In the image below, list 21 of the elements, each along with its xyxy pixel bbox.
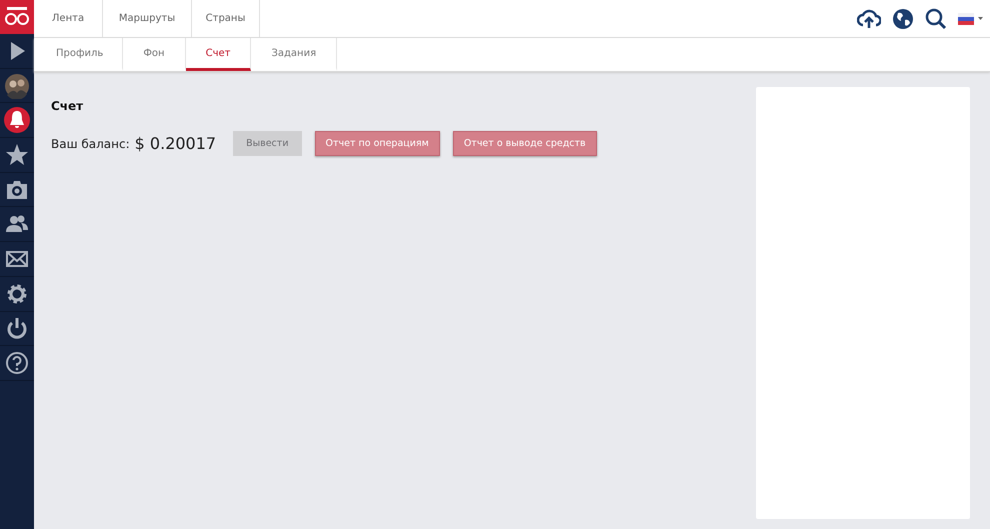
flag-dropdown-icon[interactable] xyxy=(958,12,984,24)
cloud-upload-icon[interactable] xyxy=(857,8,881,28)
nav-tab[interactable]: Маршруты xyxy=(103,0,192,37)
help-icon[interactable] xyxy=(4,350,30,376)
profile-tab[interactable]: Фон xyxy=(123,38,186,71)
action-button[interactable]: Отчет по операциям xyxy=(314,131,440,156)
profile-tab[interactable]: Счет xyxy=(186,38,252,71)
action-button[interactable]: Отчет о выводе средств xyxy=(452,131,597,156)
avatar-icon[interactable] xyxy=(4,72,30,99)
bell-icon[interactable] xyxy=(4,107,30,134)
profile-tab[interactable]: Профиль xyxy=(34,38,124,71)
search-icon[interactable] xyxy=(925,8,947,30)
balance-label: Ваш баланс: xyxy=(51,136,130,150)
star-icon[interactable] xyxy=(4,142,30,168)
logo-icon[interactable] xyxy=(0,0,34,34)
nav-tab[interactable]: Лента xyxy=(34,0,103,37)
balance-value: $ 0.20017 xyxy=(134,134,216,153)
nav-tab[interactable]: Страны xyxy=(192,0,260,37)
globe-icon[interactable] xyxy=(892,8,914,30)
section-title: Счет xyxy=(51,99,84,113)
profile-tab[interactable]: Задания xyxy=(251,38,338,71)
